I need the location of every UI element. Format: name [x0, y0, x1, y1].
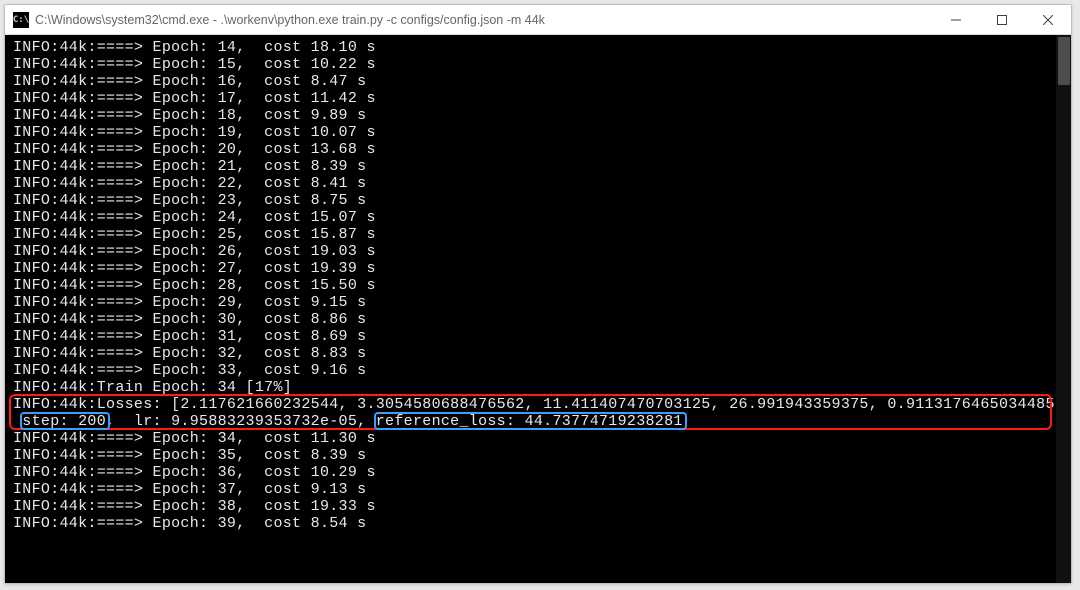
window-title: C:\Windows\system32\cmd.exe - .\workenv\… [35, 13, 545, 27]
log-line-epoch: INFO:44k:====> Epoch: 28, cost 15.50 s [5, 277, 1056, 294]
titlebar[interactable]: C:\ C:\Windows\system32\cmd.exe - .\work… [5, 5, 1071, 35]
log-line-epoch: INFO:44k:====> Epoch: 26, cost 19.03 s [5, 243, 1056, 260]
log-line-epoch: INFO:44k:====> Epoch: 24, cost 15.07 s [5, 209, 1056, 226]
log-line-epoch: INFO:44k:====> Epoch: 29, cost 9.15 s [5, 294, 1056, 311]
log-line-epoch: INFO:44k:====> Epoch: 16, cost 8.47 s [5, 73, 1056, 90]
cmd-window: C:\ C:\Windows\system32\cmd.exe - .\work… [4, 4, 1072, 584]
scrollbar[interactable] [1056, 35, 1071, 583]
log-line-epoch: INFO:44k:====> Epoch: 25, cost 15.87 s [5, 226, 1056, 243]
log-line-epoch: INFO:44k:====> Epoch: 27, cost 19.39 s [5, 260, 1056, 277]
log-line-epoch: INFO:44k:====> Epoch: 14, cost 18.10 s [5, 39, 1056, 56]
log-line-train-epoch: INFO:44k:Train Epoch: 34 [17%] [5, 379, 1056, 396]
log-line-epoch: INFO:44k:====> Epoch: 22, cost 8.41 s [5, 175, 1056, 192]
cmd-icon: C:\ [13, 12, 29, 28]
log-line-epoch: INFO:44k:====> Epoch: 34, cost 11.30 s [5, 430, 1056, 447]
log-line-epoch: INFO:44k:====> Epoch: 30, cost 8.86 s [5, 311, 1056, 328]
close-button[interactable] [1025, 5, 1071, 35]
log-line-losses-cont: step: 200, lr: 9.95883239353732e-05, ref… [5, 413, 1056, 430]
log-line-epoch: INFO:44k:====> Epoch: 33, cost 9.16 s [5, 362, 1056, 379]
terminal-output[interactable]: INFO:44k:====> Epoch: 14, cost 18.10 sIN… [5, 35, 1056, 583]
log-line-epoch: INFO:44k:====> Epoch: 38, cost 19.33 s [5, 498, 1056, 515]
log-line-losses: INFO:44k:Losses: [2.117621660232544, 3.3… [5, 396, 1056, 413]
log-line-epoch: INFO:44k:====> Epoch: 32, cost 8.83 s [5, 345, 1056, 362]
log-line-epoch: INFO:44k:====> Epoch: 20, cost 13.68 s [5, 141, 1056, 158]
log-line-epoch: INFO:44k:====> Epoch: 19, cost 10.07 s [5, 124, 1056, 141]
log-line-epoch: INFO:44k:====> Epoch: 36, cost 10.29 s [5, 464, 1056, 481]
log-line-epoch: INFO:44k:====> Epoch: 39, cost 8.54 s [5, 515, 1056, 532]
log-line-epoch: INFO:44k:====> Epoch: 15, cost 10.22 s [5, 56, 1056, 73]
scrollbar-thumb[interactable] [1058, 37, 1070, 85]
log-line-epoch: INFO:44k:====> Epoch: 31, cost 8.69 s [5, 328, 1056, 345]
minimize-button[interactable] [933, 5, 979, 35]
log-line-epoch: INFO:44k:====> Epoch: 17, cost 11.42 s [5, 90, 1056, 107]
log-line-epoch: INFO:44k:====> Epoch: 35, cost 8.39 s [5, 447, 1056, 464]
maximize-button[interactable] [979, 5, 1025, 35]
terminal-client[interactable]: INFO:44k:====> Epoch: 14, cost 18.10 sIN… [5, 35, 1071, 583]
log-line-epoch: INFO:44k:====> Epoch: 18, cost 9.89 s [5, 107, 1056, 124]
log-line-epoch: INFO:44k:====> Epoch: 21, cost 8.39 s [5, 158, 1056, 175]
log-line-epoch: INFO:44k:====> Epoch: 23, cost 8.75 s [5, 192, 1056, 209]
log-line-epoch: INFO:44k:====> Epoch: 37, cost 9.13 s [5, 481, 1056, 498]
